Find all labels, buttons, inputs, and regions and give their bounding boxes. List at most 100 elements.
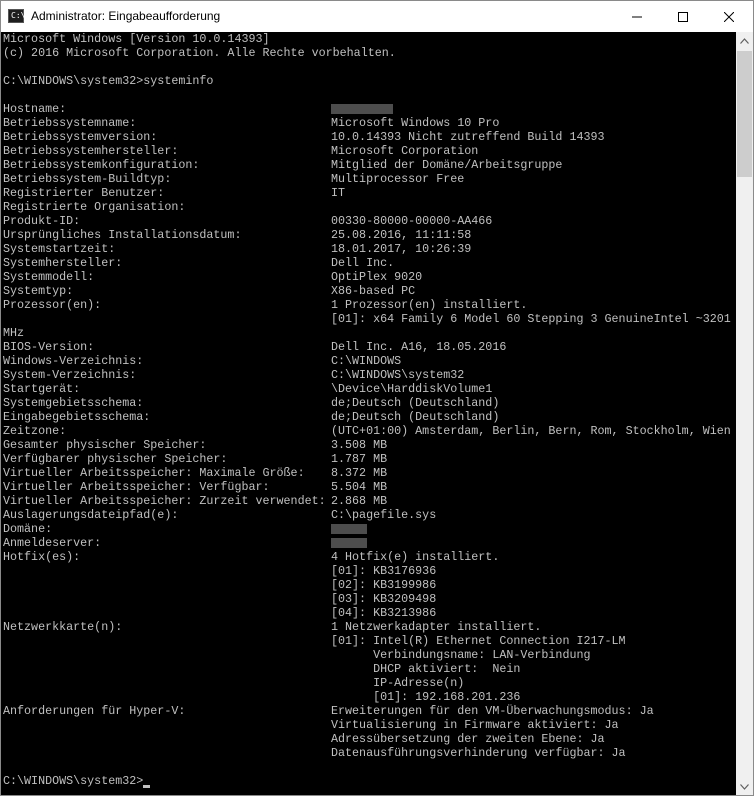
systeminfo-key: Systemstartzeit: [3, 242, 116, 256]
systeminfo-value: Microsoft Corporation [331, 144, 479, 158]
systeminfo-value: C:\pagefile.sys [331, 508, 437, 522]
systeminfo-value: 1.787 MB [331, 452, 388, 466]
systeminfo-value: 1 Prozessor(en) installiert. [331, 298, 528, 312]
console-header-line: Microsoft Windows [Version 10.0.14393] [3, 32, 270, 46]
systeminfo-value: 5.504 MB [331, 480, 388, 494]
systeminfo-value: 25.08.2016, 11:11:58 [331, 228, 472, 242]
window-title: Administrator: Eingabeaufforderung [31, 9, 221, 23]
systeminfo-value: [03]: KB3209498 [331, 592, 437, 606]
command-line: C:\WINDOWS\system32>systeminfo [3, 74, 214, 88]
maximize-button[interactable] [660, 1, 706, 32]
systeminfo-value: Multiprocessor Free [331, 172, 465, 186]
systeminfo-value: 10.0.14393 Nicht zutreffend Build 14393 [331, 130, 605, 144]
maximize-icon [678, 11, 688, 22]
systeminfo-key: Eingabegebietsschema: [3, 410, 151, 424]
scroll-down-button[interactable] [736, 778, 753, 795]
cmd-app-icon[interactable]: C:\ [8, 9, 26, 23]
close-button[interactable] [706, 1, 752, 32]
console-header-line: (c) 2016 Microsoft Corporation. Alle Rec… [3, 46, 396, 60]
systeminfo-key: Betriebssystemname: [3, 116, 137, 130]
minimize-icon [632, 16, 642, 17]
systeminfo-value: 2.868 MB [331, 494, 388, 508]
systeminfo-key: Virtueller Arbeitsspeicher: Maximale Grö… [3, 466, 305, 480]
systeminfo-key: Startgerät: [3, 382, 81, 396]
systeminfo-value: Dell Inc. A16, 18.05.2016 [331, 340, 507, 354]
systeminfo-key: Windows-Verzeichnis: [3, 354, 144, 368]
systeminfo-key: Ursprüngliches Installationsdatum: [3, 228, 242, 242]
systeminfo-key: Gesamter physischer Speicher: [3, 438, 207, 452]
systeminfo-key: Registrierter Benutzer: [3, 186, 165, 200]
systeminfo-key: Systemtyp: [3, 284, 74, 298]
systeminfo-key: MHz [3, 326, 25, 340]
systeminfo-value: de;Deutsch (Deutschland) [331, 396, 500, 410]
systeminfo-value: de;Deutsch (Deutschland) [331, 410, 500, 424]
chevron-down-icon [740, 783, 749, 790]
systeminfo-key: Systemhersteller: [3, 256, 123, 270]
systeminfo-key: System-Verzeichnis: [3, 368, 137, 382]
systeminfo-value: DHCP aktiviert: Nein [331, 662, 521, 676]
systeminfo-value: Dell Inc. [331, 256, 395, 270]
systeminfo-key: Hotfix(es): [3, 550, 81, 564]
systeminfo-value: Microsoft Windows 10 Pro [331, 116, 500, 130]
command-prompt: C:\WINDOWS\system32> [3, 774, 144, 788]
systeminfo-key: Produkt-ID: [3, 214, 81, 228]
systeminfo-value: IT [331, 186, 346, 200]
console-output[interactable]: Microsoft Windows [Version 10.0.14393] (… [1, 32, 736, 795]
systeminfo-value: Mitglied der Domäne/Arbeitsgruppe [331, 158, 563, 172]
systeminfo-value: [01]: Intel(R) Ethernet Connection I217-… [331, 634, 626, 648]
systeminfo-value: (UTC+01:00) Amsterdam, Berlin, Bern, Rom… [331, 424, 731, 438]
scrollbar-thumb[interactable] [737, 51, 752, 177]
chevron-up-icon [740, 37, 749, 44]
systeminfo-key: BIOS-Version: [3, 340, 95, 354]
systeminfo-key: Systemmodell: [3, 270, 95, 284]
systeminfo-value: 3.508 MB [331, 438, 388, 452]
systeminfo-value: 1 Netzwerkadapter installiert. [331, 620, 542, 634]
systeminfo-value: \Device\HarddiskVolume1 [331, 382, 493, 396]
systeminfo-key: Anmeldeserver: [3, 536, 102, 550]
systeminfo-value: [01]: 192.168.201.236 [331, 690, 521, 704]
systeminfo-value: Datenausführungsverhinderung verfügbar: … [331, 746, 626, 760]
systeminfo-value: 4 Hotfix(e) installiert. [331, 550, 500, 564]
cmd-app-icon-label: C:\ [11, 11, 26, 20]
close-icon [724, 11, 734, 22]
systeminfo-value: 00330-80000-00000-AA466 [331, 214, 493, 228]
systeminfo-key: Zeitzone: [3, 424, 67, 438]
systeminfo-value: Erweiterungen für den VM-Überwachungsmod… [331, 704, 654, 718]
systeminfo-value: [02]: KB3199986 [331, 578, 437, 592]
systeminfo-value: Virtualisierung in Firmware aktiviert: J… [331, 718, 619, 732]
systeminfo-value: [04]: KB3213986 [331, 606, 437, 620]
text-cursor [143, 785, 150, 788]
systeminfo-key: Virtueller Arbeitsspeicher: Verfügbar: [3, 480, 270, 494]
vertical-scrollbar[interactable] [736, 32, 753, 795]
scroll-up-button[interactable] [736, 32, 753, 49]
redacted-value [331, 104, 393, 114]
systeminfo-value: 18.01.2017, 10:26:39 [331, 242, 472, 256]
systeminfo-value: X86-based PC [331, 284, 416, 298]
systeminfo-key: Anforderungen für Hyper-V: [3, 704, 186, 718]
systeminfo-key: Betriebssystem-Buildtyp: [3, 172, 172, 186]
title-bar[interactable]: C:\ Administrator: Eingabeaufforderung [1, 1, 753, 32]
systeminfo-key: Verfügbarer physischer Speicher: [3, 452, 228, 466]
systeminfo-value: C:\WINDOWS [331, 354, 402, 368]
cmd-window: C:\ Administrator: Eingabeaufforderung M… [0, 0, 754, 796]
systeminfo-value: Adressübersetzung der zweiten Ebene: Ja [331, 732, 605, 746]
minimize-button[interactable] [614, 1, 660, 32]
redacted-value [331, 538, 367, 548]
systeminfo-key: Registrierte Organisation: [3, 200, 186, 214]
redacted-value [331, 524, 367, 534]
systeminfo-key: Virtueller Arbeitsspeicher: Zurzeit verw… [3, 494, 326, 508]
systeminfo-key: Hostname: [3, 102, 67, 116]
systeminfo-value: [01]: KB3176936 [331, 564, 437, 578]
systeminfo-key: Auslagerungsdateipfad(e): [3, 508, 179, 522]
systeminfo-key: Netzwerkkarte(n): [3, 620, 123, 634]
systeminfo-value: 8.372 MB [331, 466, 388, 480]
systeminfo-value: OptiPlex 9020 [331, 270, 423, 284]
systeminfo-key: Systemgebietsschema: [3, 396, 144, 410]
systeminfo-key: Betriebssystemversion: [3, 130, 158, 144]
systeminfo-key: Prozessor(en): [3, 298, 102, 312]
systeminfo-value: Verbindungsname: LAN-Verbindung [331, 648, 591, 662]
systeminfo-key: Betriebssystemhersteller: [3, 144, 179, 158]
systeminfo-key: Domäne: [3, 522, 53, 536]
systeminfo-value: IP-Adresse(n) [331, 676, 465, 690]
systeminfo-value: C:\WINDOWS\system32 [331, 368, 465, 382]
